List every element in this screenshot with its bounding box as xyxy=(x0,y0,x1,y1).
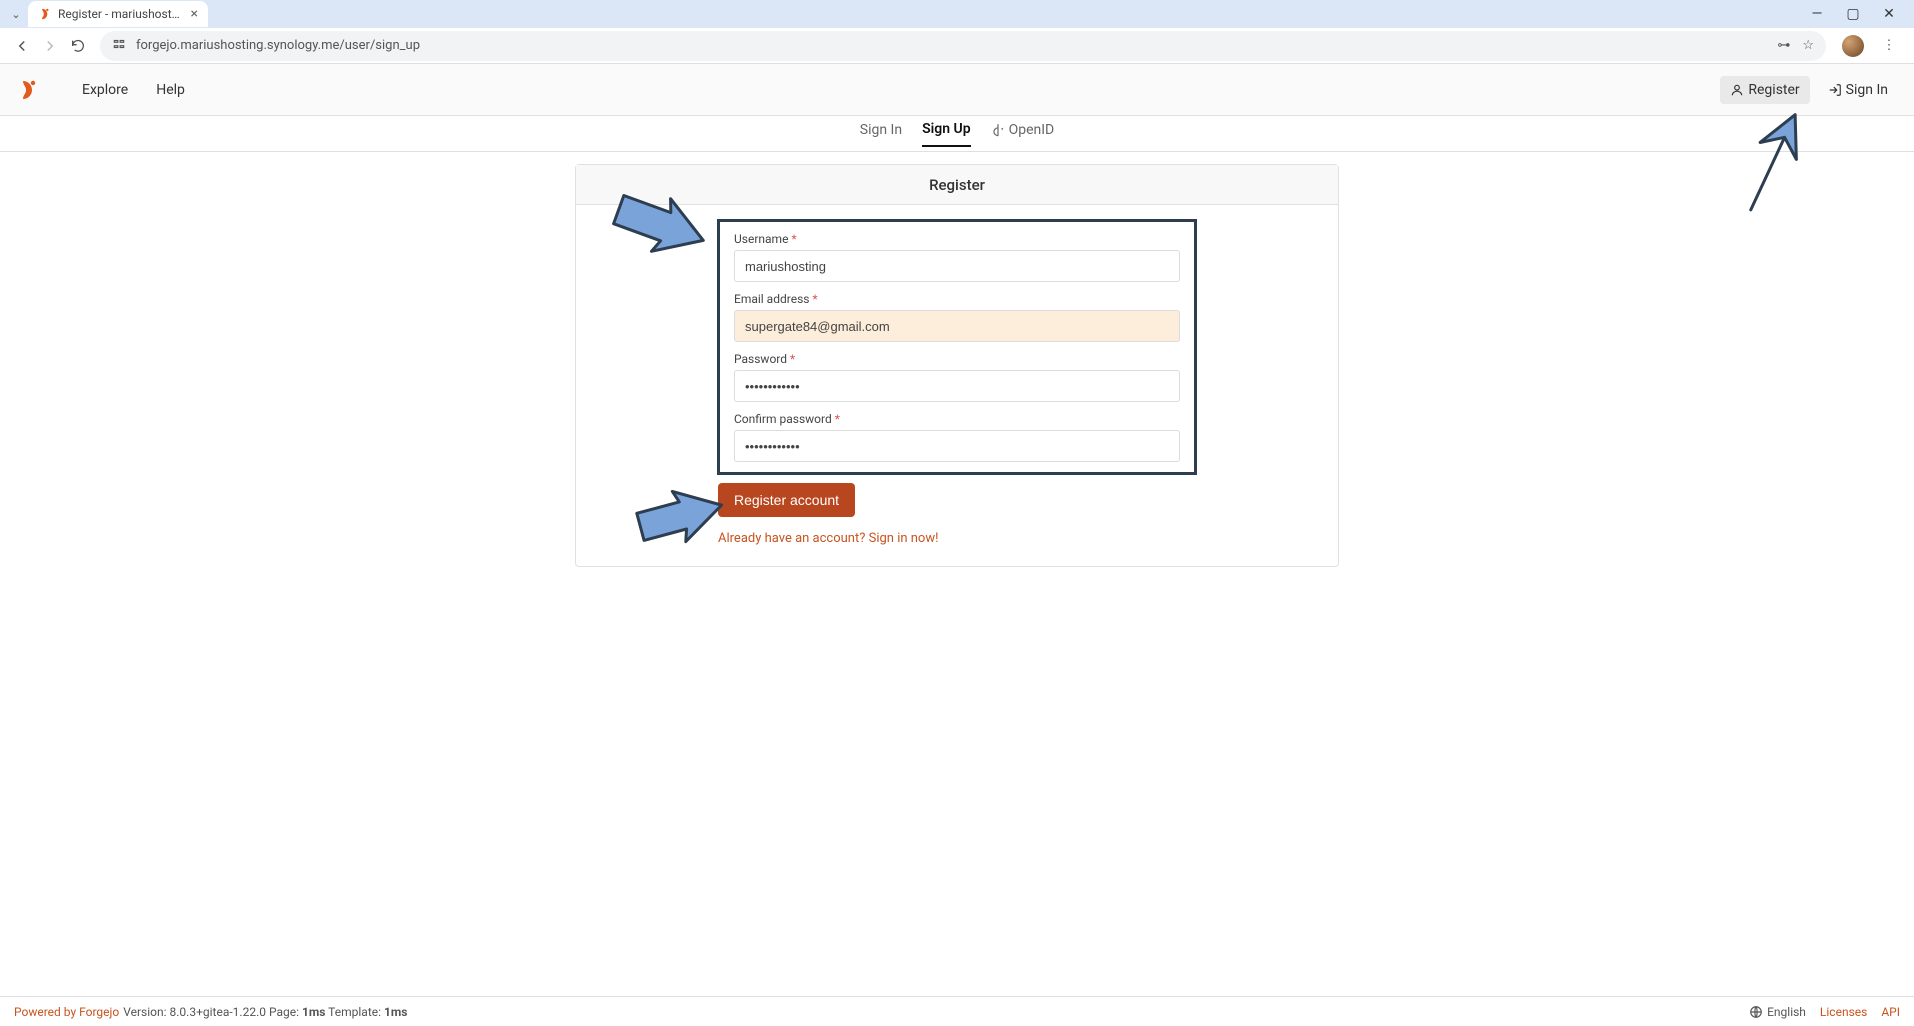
tabs-dropdown-icon[interactable]: ⌄ xyxy=(8,8,24,21)
signin-icon xyxy=(1828,83,1842,97)
username-label: Username * xyxy=(734,232,1180,246)
bookmark-star-icon[interactable]: ☆ xyxy=(1802,38,1814,53)
openid-icon xyxy=(991,123,1005,137)
auth-subtabs: Sign In Sign Up OpenID xyxy=(0,116,1914,152)
content: Register Username * Email address * Pass… xyxy=(0,152,1914,607)
password-label: Password * xyxy=(734,352,1180,366)
annotation-arrow-register-btn xyxy=(631,480,731,555)
forward-icon[interactable] xyxy=(36,32,64,60)
nav-explore[interactable]: Explore xyxy=(68,82,142,98)
nav-register-button[interactable]: Register xyxy=(1720,76,1809,104)
tab-signin[interactable]: Sign In xyxy=(860,122,902,146)
toolbar-right: ⋮ xyxy=(1834,35,1906,57)
nav-signin-button[interactable]: Sign In xyxy=(1818,76,1898,104)
password-input[interactable] xyxy=(734,370,1180,402)
url-bar[interactable]: forgejo.mariushosting.synology.me/user/s… xyxy=(100,31,1826,61)
globe-icon xyxy=(1749,1005,1763,1019)
register-form: Username * Email address * Password * Co… xyxy=(717,219,1197,475)
nav-help[interactable]: Help xyxy=(142,82,199,98)
person-icon xyxy=(1730,83,1744,97)
browser-chrome: ⌄ Register - mariushosting: Beyon × — ▢ … xyxy=(0,0,1914,64)
footer-powered[interactable]: Powered by Forgejo xyxy=(14,1005,119,1019)
site-settings-icon[interactable] xyxy=(112,37,128,55)
address-bar: forgejo.mariushosting.synology.me/user/s… xyxy=(0,28,1914,64)
footer-api[interactable]: API xyxy=(1881,1005,1900,1019)
signin-now-link[interactable]: Already have an account? Sign in now! xyxy=(718,531,938,546)
maximize-icon[interactable]: ▢ xyxy=(1844,6,1862,22)
tab-openid-label: OpenID xyxy=(1009,122,1055,138)
app-nav: Explore Help Register Sign In xyxy=(0,64,1914,116)
tab-title: Register - mariushosting: Beyon xyxy=(58,7,183,21)
tab-openid[interactable]: OpenID xyxy=(991,122,1055,146)
register-panel: Register Username * Email address * Pass… xyxy=(575,164,1339,567)
footer-language[interactable]: English xyxy=(1749,1005,1806,1019)
url-text: forgejo.mariushosting.synology.me/user/s… xyxy=(136,38,420,53)
email-input[interactable] xyxy=(734,310,1180,342)
profile-avatar[interactable] xyxy=(1842,35,1864,57)
minimize-icon[interactable]: — xyxy=(1808,6,1826,22)
nav-signin-label: Sign In xyxy=(1846,82,1888,98)
tab-favicon-icon xyxy=(38,7,52,21)
email-label: Email address * xyxy=(734,292,1180,306)
reload-icon[interactable] xyxy=(64,32,92,60)
menu-dots-icon[interactable]: ⋮ xyxy=(1880,37,1898,55)
confirm-password-label: Confirm password * xyxy=(734,412,1180,426)
tab-signup[interactable]: Sign Up xyxy=(922,121,971,147)
footer-licenses[interactable]: Licenses xyxy=(1820,1005,1867,1019)
browser-tab[interactable]: Register - mariushosting: Beyon × xyxy=(28,1,208,27)
window-controls: — ▢ ✕ xyxy=(1808,6,1906,22)
back-icon[interactable] xyxy=(8,32,36,60)
nav-register-label: Register xyxy=(1748,82,1799,98)
tab-close-icon[interactable]: × xyxy=(191,7,198,21)
panel-title: Register xyxy=(576,165,1338,205)
password-key-icon[interactable]: ⊶ xyxy=(1777,38,1790,53)
panel-body: Username * Email address * Password * Co… xyxy=(576,205,1338,566)
confirm-password-input[interactable] xyxy=(734,430,1180,462)
footer: Powered by Forgejo Version: 8.0.3+gitea-… xyxy=(0,996,1914,1026)
username-input[interactable] xyxy=(734,250,1180,282)
forgejo-logo-icon[interactable] xyxy=(16,78,40,102)
close-window-icon[interactable]: ✕ xyxy=(1880,6,1898,22)
footer-version-text: Version: 8.0.3+gitea-1.22.0 Page: 1ms Te… xyxy=(123,1005,407,1019)
register-account-button[interactable]: Register account xyxy=(718,483,855,517)
tab-bar: ⌄ Register - mariushosting: Beyon × — ▢ … xyxy=(0,0,1914,28)
